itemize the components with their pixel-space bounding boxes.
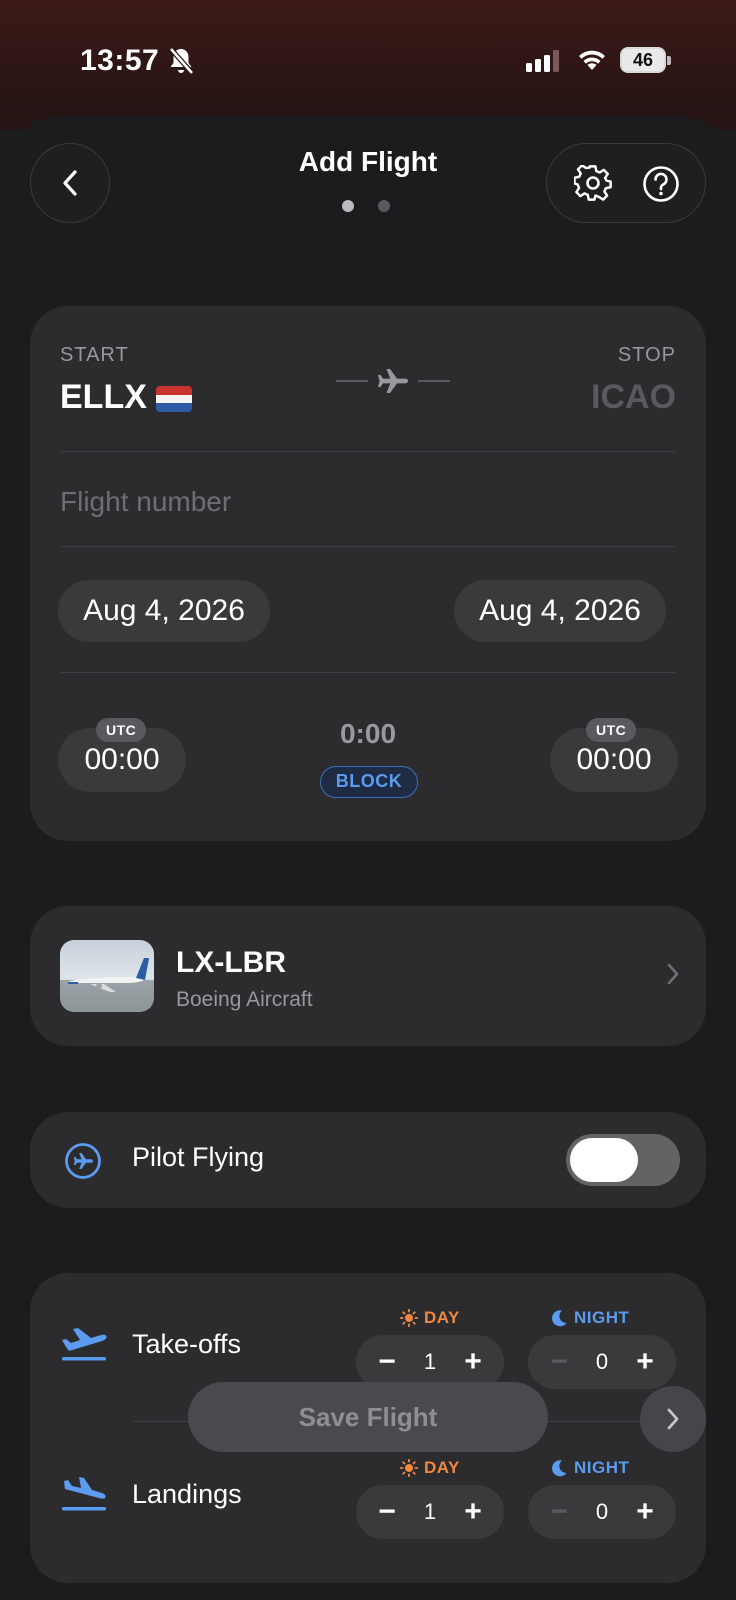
increment-button[interactable]: + <box>632 1347 658 1377</box>
moon-icon <box>552 1460 567 1477</box>
departure-airport[interactable]: ELLX <box>60 378 147 417</box>
landings-day-header: DAY <box>400 1458 460 1478</box>
takeoffs-day-value: 1 <box>423 1349 437 1374</box>
save-flight-button[interactable]: Save Flight <box>188 1382 548 1452</box>
pilot-flying-row: Pilot Flying <box>30 1112 706 1208</box>
takeoffs-night-stepper: − 0 + <box>528 1335 676 1389</box>
airplane-icon <box>378 369 408 393</box>
takeoffs-day-header: DAY <box>400 1308 460 1328</box>
start-date-button[interactable]: Aug 4, 2026 <box>58 580 270 642</box>
divider <box>60 672 676 673</box>
pilot-flying-toggle[interactable] <box>566 1134 680 1186</box>
aircraft-type: Boeing Aircraft <box>176 988 313 1011</box>
cellular-signal-icon <box>526 50 560 77</box>
page-dot-1 <box>342 200 354 212</box>
takeoff-icon <box>60 1327 108 1368</box>
battery-indicator: 46 <box>620 47 671 73</box>
question-circle-icon <box>643 166 679 202</box>
route-connector <box>336 366 450 396</box>
night-label: NIGHT <box>574 1308 630 1327</box>
increment-button[interactable]: + <box>460 1347 486 1377</box>
status-bar: 13:57 46 <box>0 0 736 130</box>
decrement-button[interactable]: − <box>374 1497 400 1527</box>
block-badge: BLOCK <box>320 766 418 798</box>
day-label: DAY <box>424 1308 460 1327</box>
route-card: START ELLX STOP ICAO Flight number Aug 4… <box>30 306 706 841</box>
night-label: NIGHT <box>574 1458 630 1477</box>
nav-actions-group <box>546 143 706 223</box>
gear-icon <box>574 165 612 201</box>
wifi-icon <box>576 46 608 77</box>
landings-day-stepper: − 1 + <box>356 1485 504 1539</box>
landings-night-stepper: − 0 + <box>528 1485 676 1539</box>
pilot-flying-label: Pilot Flying <box>132 1142 265 1172</box>
landings-day-value: 1 <box>423 1499 437 1524</box>
takeoffs-night-header: NIGHT <box>550 1308 629 1328</box>
increment-button[interactable]: + <box>632 1497 658 1527</box>
bell-muted-icon <box>168 46 194 81</box>
divider <box>60 546 676 547</box>
sun-icon <box>400 1459 418 1477</box>
settings-button[interactable] <box>573 164 613 204</box>
moon-icon <box>552 1310 567 1327</box>
landings-night-header: NIGHT <box>550 1458 629 1478</box>
landings-night-value: 0 <box>595 1499 609 1524</box>
next-page-button[interactable] <box>640 1386 706 1452</box>
takeoffs-night-value: 0 <box>595 1349 609 1374</box>
takeoffs-day-stepper: − 1 + <box>356 1335 504 1389</box>
divider <box>60 451 676 452</box>
landing-icon <box>60 1477 108 1518</box>
end-date-button[interactable]: Aug 4, 2026 <box>454 580 666 642</box>
chevron-right-icon <box>666 962 680 991</box>
decrement-button[interactable]: − <box>546 1347 572 1377</box>
help-button[interactable] <box>641 164 681 204</box>
stop-label: STOP <box>617 344 676 366</box>
day-label: DAY <box>424 1458 460 1477</box>
start-utc-badge: UTC <box>96 718 147 742</box>
block-time-value: 0:00 <box>339 718 397 749</box>
end-utc-badge: UTC <box>586 718 637 742</box>
airplane-circle-icon <box>64 1142 102 1185</box>
increment-button[interactable]: + <box>460 1497 486 1527</box>
flight-number-input[interactable]: Flight number <box>60 486 231 518</box>
landings-label: Landings <box>132 1479 242 1509</box>
decrement-button[interactable]: − <box>374 1347 400 1377</box>
page-indicator <box>342 200 390 212</box>
aircraft-registration: LX-LBR <box>176 946 286 979</box>
aircraft-photo <box>60 940 154 1012</box>
takeoffs-label: Take-offs <box>132 1329 242 1359</box>
chevron-right-icon <box>667 1408 679 1430</box>
status-time: 13:57 <box>80 44 160 77</box>
page-dot-2 <box>378 200 390 212</box>
arrival-airport-input[interactable]: ICAO <box>591 378 676 417</box>
toggle-knob <box>570 1138 638 1182</box>
start-label: START <box>60 344 129 366</box>
aircraft-row[interactable]: LX-LBR Boeing Aircraft <box>30 906 706 1046</box>
netherlands-flag-icon <box>156 386 192 412</box>
decrement-button[interactable]: − <box>546 1497 572 1527</box>
sun-icon <box>400 1309 418 1327</box>
